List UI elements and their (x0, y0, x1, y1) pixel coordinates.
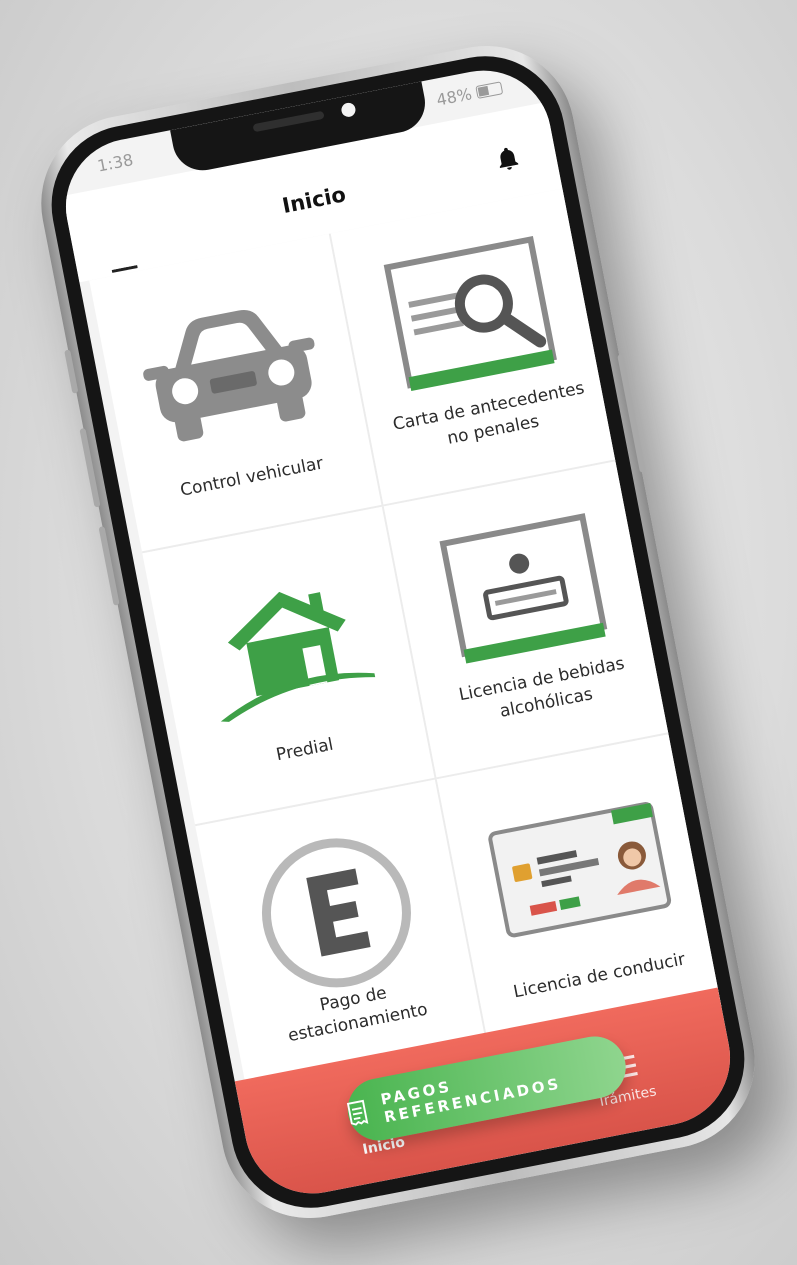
tile-licencia-bebidas[interactable]: Licencia de bebidas alcohólicas (383, 459, 679, 780)
status-battery: 48% (434, 78, 504, 110)
front-camera (340, 101, 357, 119)
car-icon (143, 309, 315, 442)
battery-percentage: 48% (434, 84, 474, 110)
phone-bezel: 1:38 48% Inicio Control vehicular Carta … (37, 42, 759, 1222)
driver-license-icon (488, 802, 672, 938)
receipt-icon (346, 1099, 369, 1126)
services-grid: Control vehicular Carta de antecedentes … (89, 186, 732, 1100)
tile-label-line: Control vehicular (178, 453, 325, 501)
house-icon (220, 591, 376, 722)
battery-icon (475, 81, 504, 99)
app-screen: 1:38 48% Inicio Control vehicular Carta … (54, 58, 742, 1206)
speaker-grille (252, 110, 325, 133)
phone-mockup: 1:38 48% Inicio Control vehicular Carta … (26, 30, 770, 1234)
phone-frame: 1:38 48% Inicio Control vehicular Carta … (26, 30, 770, 1234)
tile-label-line: Licencia de conducir (511, 949, 687, 1003)
tile-carta-antecedentes[interactable]: Carta de antecedentes no penales (330, 186, 626, 507)
side-button-mute (64, 349, 79, 394)
status-time: 1:38 (95, 150, 135, 176)
tile-label-line: Predial (274, 734, 336, 766)
bell-icon[interactable] (491, 142, 524, 177)
